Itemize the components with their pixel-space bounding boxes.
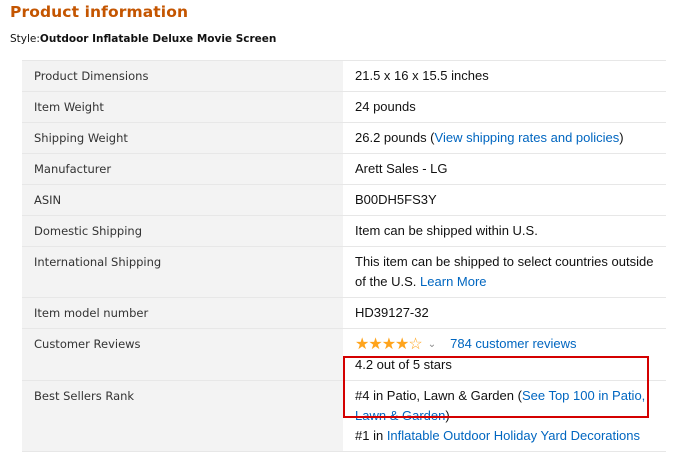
- spec-value: 21.5 x 16 x 15.5 inches: [343, 60, 666, 92]
- spec-label: Best Sellers Rank: [22, 380, 343, 452]
- table-row: Shipping Weight 26.2 pounds (View shippi…: [22, 122, 666, 154]
- table-row: Best Sellers Rank #4 in Patio, Lawn & Ga…: [22, 380, 666, 452]
- spec-label: Item model number: [22, 297, 343, 329]
- table-row: Item Weight 24 pounds: [22, 91, 666, 123]
- customer-reviews-link[interactable]: 784 customer reviews: [450, 336, 576, 351]
- style-prefix: Style:: [10, 33, 40, 45]
- table-row: Item model number HD39127-32: [22, 297, 666, 329]
- spec-value: 26.2 pounds (View shipping rates and pol…: [343, 122, 666, 154]
- spec-label: Shipping Weight: [22, 122, 343, 154]
- shipping-weight-suffix: ): [619, 130, 624, 145]
- rank-line-2: #1 in Inflatable Outdoor Holiday Yard De…: [355, 426, 654, 446]
- spec-value: ★★★★☆ ⌄ 784 customer reviews 4.2 out of 5 …: [343, 328, 666, 381]
- empty-star-icon: ☆: [408, 336, 422, 353]
- spec-label: International Shipping: [22, 246, 343, 298]
- rank-line-1: #4 in Patio, Lawn & Garden (See Top 100 …: [355, 386, 654, 426]
- rank1-suffix: ): [445, 408, 450, 423]
- spec-value: #4 in Patio, Lawn & Garden (See Top 100 …: [343, 380, 666, 452]
- table-row: International Shipping This item can be …: [22, 246, 666, 298]
- rating-text: 4.2 out of 5 stars: [355, 357, 452, 372]
- spec-label: Domestic Shipping: [22, 215, 343, 247]
- spec-label: Item Weight: [22, 91, 343, 123]
- section-heading: Product information: [10, 3, 189, 21]
- table-row: ASIN B00DH5FS3Y: [22, 184, 666, 216]
- table-row: Product Dimensions 21.5 x 16 x 15.5 inch…: [22, 60, 666, 92]
- spec-label: Manufacturer: [22, 153, 343, 185]
- rank1-text: #4 in Patio, Lawn & Garden (: [355, 388, 522, 403]
- style-line: Style:Outdoor Inflatable Deluxe Movie Sc…: [10, 33, 276, 45]
- star-rating-icon[interactable]: ★★★★☆: [355, 335, 423, 355]
- shipping-rates-link[interactable]: View shipping rates and policies: [435, 130, 620, 145]
- table-row: Domestic Shipping Item can be shipped wi…: [22, 215, 666, 247]
- learn-more-link[interactable]: Learn More: [420, 274, 486, 289]
- filled-stars-icon: ★★★★: [355, 336, 409, 353]
- spec-value: 24 pounds: [343, 91, 666, 123]
- spec-value: Item can be shipped within U.S.: [343, 215, 666, 247]
- chevron-down-icon[interactable]: ⌄: [428, 339, 436, 350]
- intl-shipping-text: This item can be shipped to select count…: [355, 254, 654, 289]
- spec-value: B00DH5FS3Y: [343, 184, 666, 216]
- table-row: Manufacturer Arett Sales - LG: [22, 153, 666, 185]
- spec-value: This item can be shipped to select count…: [343, 246, 666, 298]
- style-value: Outdoor Inflatable Deluxe Movie Screen: [39, 33, 277, 45]
- product-specs-table: Product Dimensions 21.5 x 16 x 15.5 inch…: [22, 60, 666, 452]
- spec-value: HD39127-32: [343, 297, 666, 329]
- spec-label: Product Dimensions: [22, 60, 343, 92]
- spec-value: Arett Sales - LG: [343, 153, 666, 185]
- table-row: Customer Reviews ★★★★☆ ⌄ 784 customer revi…: [22, 328, 666, 381]
- spec-label: Customer Reviews: [22, 328, 343, 381]
- shipping-weight-text: 26.2 pounds (: [355, 130, 435, 145]
- reviews-line: ★★★★☆ ⌄ 784 customer reviews: [355, 334, 654, 355]
- rank2-text: #1 in: [355, 428, 387, 443]
- spec-label: ASIN: [22, 184, 343, 216]
- yard-decorations-link[interactable]: Inflatable Outdoor Holiday Yard Decorati…: [387, 428, 640, 443]
